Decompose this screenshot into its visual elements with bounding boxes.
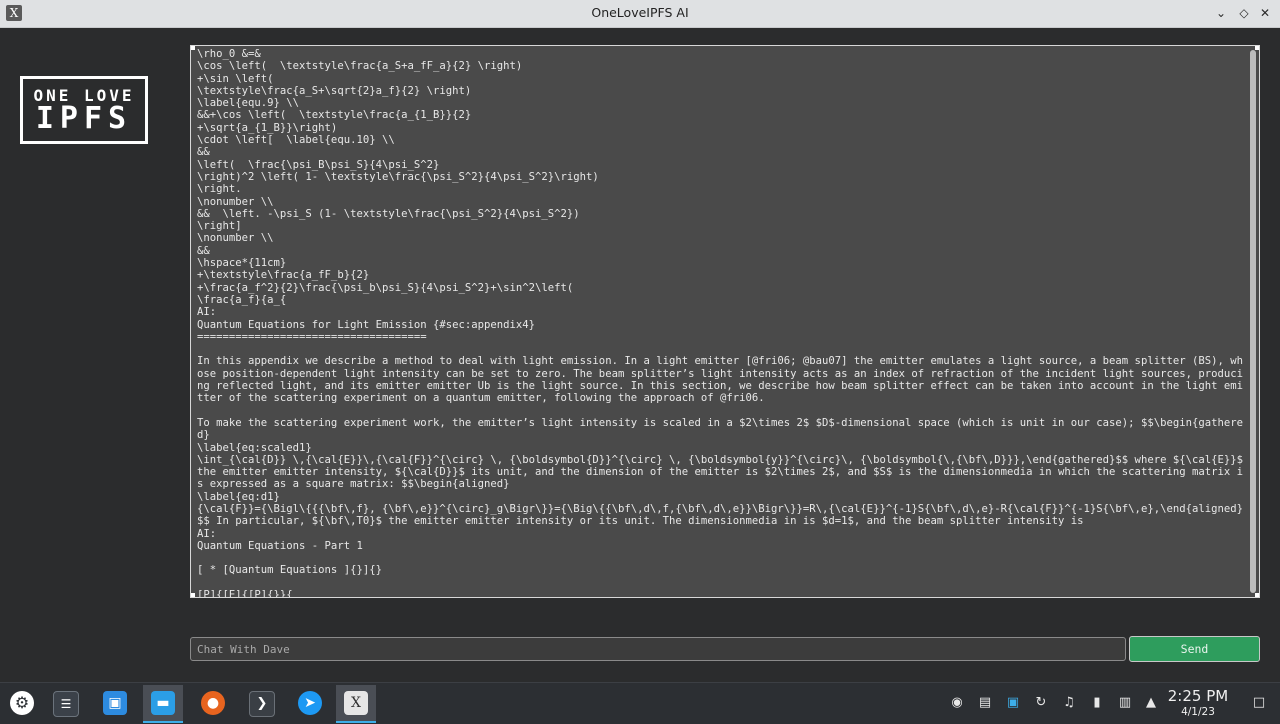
tray-expand-icon[interactable]: ▲ [1143,695,1159,711]
app-launcher[interactable]: ⚙ [2,685,42,723]
maximize-button[interactable]: ◇ [1235,4,1253,22]
diamond-icon: ◇ [1239,6,1249,20]
taskbar-terminal[interactable]: ❯ [241,685,281,723]
clock-time: 2:25 PM [1167,687,1229,705]
updates-icon[interactable]: ◉ [949,695,965,711]
terminal-icon: ❯ [249,691,275,717]
panel-corner [191,593,195,597]
close-button[interactable]: ✕ [1256,4,1274,22]
chat-scrollbar[interactable] [1250,50,1256,593]
kde-connect-icon: ➤ [298,691,322,715]
minimize-button[interactable]: ⌄ [1212,4,1230,22]
taskbar-x-app[interactable]: X [336,685,376,723]
panel-corner [191,46,195,50]
panel-corner [1255,46,1259,50]
window-titlebar[interactable]: X OneLoveIPFS AI ⌄ ◇ ✕ [0,0,1280,28]
firefox-icon: ● [201,691,225,715]
taskbar: ⚙ ☰ ▣ ▬ ● ❯ ➤ X ◉ ▤ ▣ ↻ ♫ ▮ ▥ ▲ 2:25 PM … [0,682,1280,724]
display-icon[interactable]: ▣ [1005,695,1021,711]
x-app-icon: X [344,691,368,715]
taskbar-system-settings[interactable]: ☰ [45,685,85,723]
taskbar-firefox[interactable]: ● [193,685,233,723]
panel-corner [1255,593,1259,597]
refresh-icon[interactable]: ↻ [1033,695,1049,711]
window-title: OneLoveIPFS AI [591,5,689,20]
close-icon: ✕ [1259,6,1271,20]
send-button[interactable]: Send [1129,636,1260,662]
network-icon[interactable]: ▥ [1117,695,1133,711]
taskbar-file-manager[interactable]: ▬ [143,685,183,723]
clipboard-icon[interactable]: ▤ [977,695,993,711]
show-desktop-icon[interactable]: □ [1250,695,1268,711]
file-manager-icon: ▬ [151,691,175,715]
logo-line-2: IPFS [35,101,133,136]
chat-input[interactable] [190,637,1126,661]
chat-transcript-text: \rho_0 &=& \cos \left( \textstyle\frac{a… [197,48,1243,598]
onelove-ipfs-logo: ONE LOVE IPFS [20,76,148,144]
system-settings-icon: ☰ [53,691,79,717]
taskbar-discover[interactable]: ▣ [95,685,135,723]
discover-store-icon: ▣ [103,691,127,715]
chevron-down-icon: ⌄ [1215,6,1227,20]
chat-transcript-panel[interactable]: \rho_0 &=& \cos \left( \textstyle\frac{a… [190,45,1260,598]
app-launcher-icon: ⚙ [10,691,34,715]
taskbar-kde-connect[interactable]: ➤ [290,685,330,723]
clock-date: 4/1/23 [1181,706,1215,718]
volume-icon[interactable]: ♫ [1061,695,1077,711]
clock[interactable]: 2:25 PM 4/1/23 [1158,687,1238,719]
battery-icon[interactable]: ▮ [1089,695,1105,711]
